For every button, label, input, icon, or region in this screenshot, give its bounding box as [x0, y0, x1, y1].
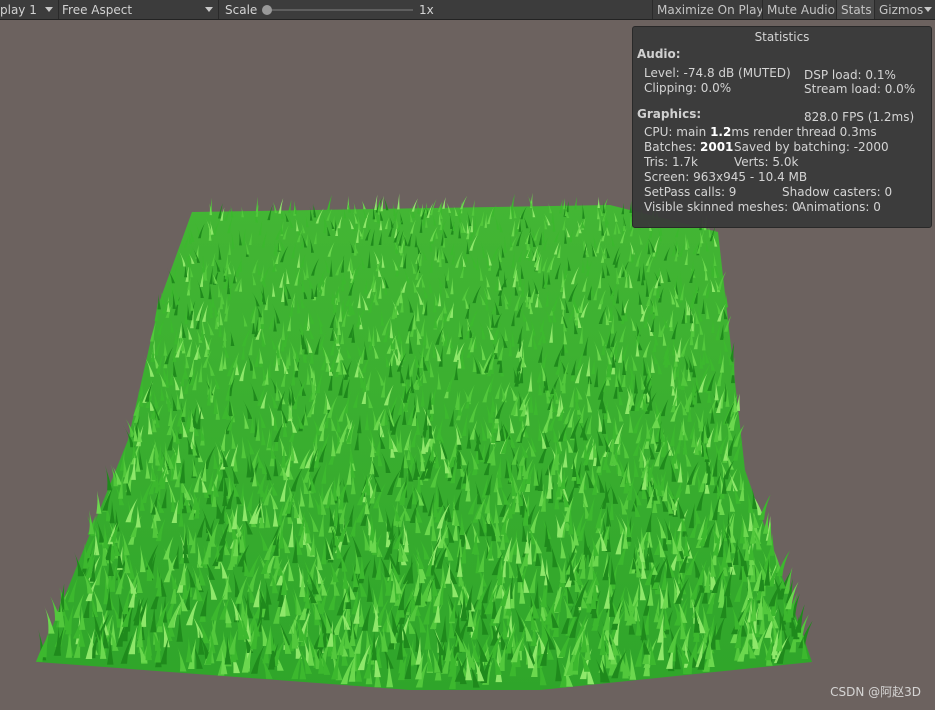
gizmos-label: Gizmos [879, 2, 924, 17]
stats-button[interactable]: Stats [836, 0, 874, 19]
chevron-down-icon [45, 7, 53, 12]
cpu-suffix: ms render thread 0.3ms [731, 125, 877, 139]
cpu-readout: CPU: main 1.2ms render thread 0.3ms [644, 125, 877, 140]
batches-value: 2001 [700, 140, 734, 154]
grass-blade [360, 198, 366, 210]
stream-load: Stream load: 0.0% [804, 82, 916, 96]
scale-control: Scale 1x [225, 0, 434, 19]
setpass-calls: SetPass calls: 9 [644, 185, 737, 199]
cpu-prefix: CPU: main [644, 125, 711, 139]
grass-blade [255, 196, 259, 213]
verts-count: Verts: 5.0k [734, 155, 799, 169]
audio-header: Audio: [637, 47, 681, 61]
grass-blade [460, 195, 468, 210]
grass-blade [105, 465, 113, 491]
batches-prefix: Batches: [644, 140, 700, 154]
grass-blade [377, 198, 381, 212]
graphics-header: Graphics: [637, 107, 702, 121]
shadow-casters: Shadow casters: 0 [782, 185, 893, 199]
stats-label: Stats [841, 2, 872, 17]
grass-blade [154, 301, 159, 322]
tris-count: Tris: 1.7k [644, 155, 698, 169]
toolbar-right-buttons: Maximize On Play Mute Audio Stats Gizmos [652, 0, 935, 19]
maximize-on-play-button[interactable]: Maximize On Play [652, 0, 764, 19]
grass-blade [597, 196, 600, 208]
animations-count: Animations: 0 [798, 200, 881, 214]
grass-blade [562, 198, 566, 210]
saved-by-batching: Saved by batching: -2000 [734, 140, 889, 154]
audio-clipping: Clipping: 0.0% [644, 81, 732, 95]
aspect-dropdown[interactable]: Free Aspect [59, 0, 219, 19]
screen-size: Screen: 963x945 - 10.4 MB [644, 170, 808, 184]
scale-value: 1x [419, 2, 434, 17]
grass-blade [442, 197, 446, 209]
grass-blade [397, 193, 400, 210]
grass-blade [758, 494, 771, 520]
watermark: CSDN @阿赵3D [830, 685, 921, 699]
maximize-on-play-label: Maximize On Play [657, 2, 764, 17]
fps-readout: 828.0 FPS (1.2ms) [804, 110, 915, 124]
dsp-load: DSP load: 0.1% [804, 68, 896, 82]
grass-blade [382, 194, 389, 211]
scale-slider[interactable] [262, 4, 413, 15]
mute-audio-label: Mute Audio [767, 2, 835, 17]
grass-blade [44, 605, 55, 634]
statistics-panel: Statistics Audio: Level: -74.8 dB (MUTED… [632, 26, 932, 228]
scale-label: Scale [225, 2, 258, 17]
gizmos-button[interactable]: Gizmos [874, 0, 935, 19]
display-dropdown[interactable]: play 1 [0, 0, 59, 19]
grass-blade [96, 490, 102, 514]
aspect-dropdown-label: Free Aspect [62, 2, 133, 17]
grass-blade [48, 593, 62, 621]
chevron-down-icon [205, 7, 213, 12]
game-view-toolbar: play 1 Free Aspect Scale 1x Maximize On … [0, 0, 935, 20]
chevron-down-icon [924, 7, 932, 12]
mute-audio-button[interactable]: Mute Audio [762, 0, 836, 19]
display-dropdown-label: play 1 [0, 2, 37, 17]
audio-level: Level: -74.8 dB (MUTED) [644, 66, 791, 80]
batches-readout: Batches: 2001 [644, 140, 733, 155]
cpu-main-value: 1.2 [710, 125, 732, 139]
grass-blade [326, 195, 332, 211]
scale-slider-handle[interactable] [262, 4, 272, 15]
grass-blade [374, 194, 378, 210]
visible-skinned-meshes: Visible skinned meshes: 0 [644, 200, 800, 214]
statistics-title: Statistics [754, 30, 810, 44]
